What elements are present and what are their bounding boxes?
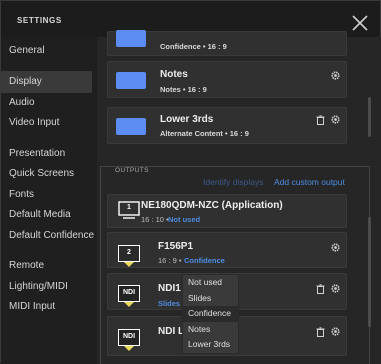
sidebar-item-display[interactable]: Display bbox=[1, 71, 92, 93]
active-indicator-icon bbox=[124, 302, 134, 307]
settings-window: SETTINGS General Display Audio Video Inp… bbox=[0, 0, 381, 364]
outputs-label: OUTPUTS bbox=[113, 167, 151, 174]
screen-subtitle: Confidence • 16 : 9 bbox=[160, 42, 227, 51]
identify-displays-link[interactable]: Identify displays bbox=[203, 177, 263, 187]
sidebar-item-general[interactable]: General bbox=[9, 45, 45, 56]
output-number: 1 bbox=[127, 204, 131, 211]
output-aspect: 16 : 9 • bbox=[158, 256, 182, 265]
screen-subtitle: Notes • 16 : 9 bbox=[160, 85, 207, 94]
screen-title: Lower 3rds bbox=[160, 114, 214, 125]
screen-card-confidence[interactable]: Confidence • 16 : 9 bbox=[107, 30, 347, 56]
gear-icon[interactable] bbox=[330, 114, 341, 125]
output-title: NDI L bbox=[158, 326, 185, 337]
sidebar-item-midi-input[interactable]: MIDI Input bbox=[9, 301, 55, 312]
output-aspect: 16 : 10 • bbox=[141, 215, 169, 224]
output-type[interactable]: Not used bbox=[168, 215, 200, 224]
sidebar-item-default-media[interactable]: Default Media bbox=[9, 209, 71, 220]
screen-thumbnail bbox=[116, 72, 146, 89]
output-badge: 2 bbox=[118, 245, 140, 262]
sidebar-item-presentation[interactable]: Presentation bbox=[9, 148, 65, 159]
screen-thumbnail bbox=[116, 118, 146, 135]
active-indicator-icon bbox=[124, 262, 134, 267]
screens-scrollbar[interactable] bbox=[368, 97, 371, 137]
output-type[interactable]: Confidence bbox=[184, 256, 225, 265]
dropdown-option-confidence[interactable]: Confidence bbox=[183, 306, 238, 322]
gear-icon[interactable] bbox=[330, 283, 341, 294]
output-title: F156P1 bbox=[158, 241, 194, 252]
gear-icon[interactable] bbox=[330, 70, 341, 81]
dropdown-option-slides[interactable]: Slides bbox=[183, 291, 238, 307]
screen-card-lower-3rds[interactable]: Lower 3rds Alternate Content • 16 : 9 bbox=[107, 107, 347, 144]
display-settings-panel: Confidence • 16 : 9 Notes Notes • 16 : 9… bbox=[97, 30, 381, 364]
output-card-1[interactable]: 1 NE180QDM-NZC (Application) 16 : 10 • N… bbox=[107, 194, 347, 228]
output-badge: NDI bbox=[118, 285, 140, 302]
gear-icon[interactable] bbox=[330, 242, 341, 253]
screen-title: Notes bbox=[160, 69, 188, 80]
active-indicator-icon bbox=[124, 346, 134, 351]
close-icon[interactable] bbox=[349, 12, 371, 34]
sidebar-item-fonts[interactable]: Fonts bbox=[9, 189, 34, 200]
dropdown-option-lower-3rds[interactable]: Lower 3rds bbox=[183, 337, 238, 353]
output-badge: NDI bbox=[118, 329, 140, 346]
trash-icon[interactable] bbox=[316, 115, 325, 125]
sidebar-item-remote[interactable]: Remote bbox=[9, 260, 44, 271]
sidebar-item-lighting-midi[interactable]: Lighting/MIDI bbox=[9, 281, 68, 292]
sidebar-item-quick-screens[interactable]: Quick Screens bbox=[9, 168, 74, 179]
output-type-dropdown[interactable]: Not used Slides Confidence Notes Lower 3… bbox=[182, 274, 239, 354]
trash-icon[interactable] bbox=[316, 284, 325, 294]
sidebar-item-audio[interactable]: Audio bbox=[9, 97, 35, 108]
add-custom-output-link[interactable]: Add custom output bbox=[274, 177, 345, 187]
output-card-2[interactable]: 2 F156P1 16 : 9 • Confidence bbox=[107, 232, 347, 268]
screen-thumbnail bbox=[116, 30, 146, 47]
dropdown-option-notes[interactable]: Notes bbox=[183, 322, 238, 338]
sidebar-item-video-input[interactable]: Video Input bbox=[9, 117, 59, 128]
dropdown-option-not-used[interactable]: Not used bbox=[183, 275, 238, 291]
screen-card-notes[interactable]: Notes Notes • 16 : 9 bbox=[107, 61, 347, 98]
trash-icon[interactable] bbox=[316, 327, 325, 337]
settings-sidebar: General Display Audio Video Input Presen… bbox=[1, 37, 97, 364]
gear-icon[interactable] bbox=[330, 326, 341, 337]
output-title: NE180QDM-NZC (Application) bbox=[141, 200, 283, 211]
output-title: NDI1 bbox=[158, 283, 181, 294]
window-title: SETTINGS bbox=[17, 16, 62, 25]
screen-subtitle: Alternate Content • 16 : 9 bbox=[160, 129, 249, 138]
outputs-scrollbar[interactable] bbox=[368, 217, 371, 327]
sidebar-item-default-confidence[interactable]: Default Confidence bbox=[9, 230, 94, 241]
output-type[interactable]: Slides bbox=[158, 299, 180, 308]
